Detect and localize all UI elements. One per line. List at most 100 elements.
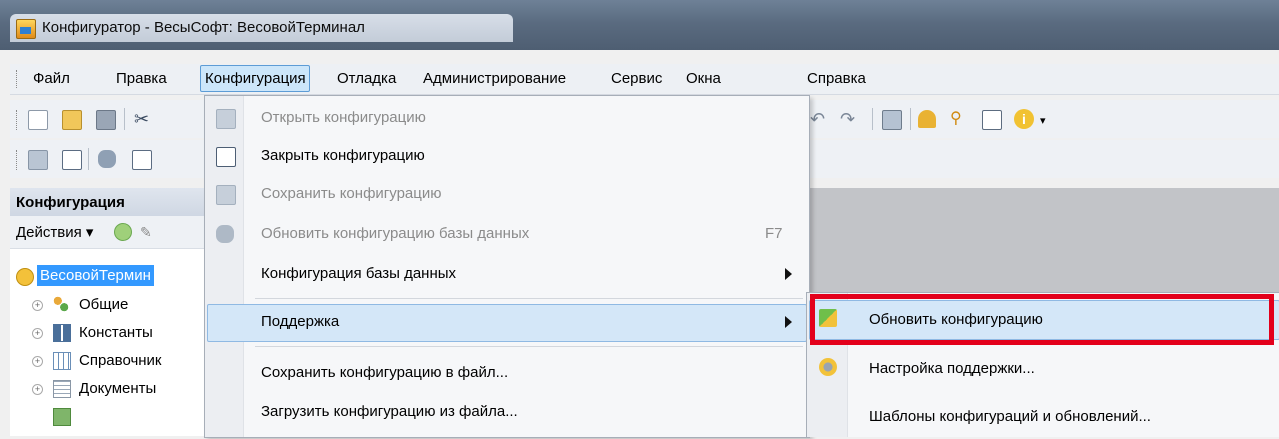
- menu-bar: Файл Правка Конфигурация Отладка Админис…: [10, 64, 1279, 95]
- search-help-icon[interactable]: ⚲: [950, 110, 968, 128]
- toolbar-grip: [16, 110, 20, 130]
- tree-item-common[interactable]: + Общие: [10, 292, 210, 319]
- menu-edit[interactable]: Правка: [116, 70, 167, 87]
- close-config-icon: [216, 147, 236, 167]
- menu-item-update-db-config[interactable]: Обновить конфигурацию базы данных F7: [205, 214, 809, 254]
- submenu-item-update-config[interactable]: Обновить конфигурацию: [807, 296, 1279, 342]
- journal-icon: [53, 408, 71, 426]
- menu-help[interactable]: Справка: [807, 70, 866, 87]
- assistant-icon[interactable]: [918, 110, 936, 128]
- menu-item-label: Конфигурация базы данных: [261, 265, 457, 282]
- constants-icon: [53, 324, 71, 342]
- window-title: Конфигуратор - ВесыСофт: ВесовойТерминал: [42, 19, 365, 36]
- panel-actions-bar: Действия ▾ ✎: [10, 216, 210, 249]
- shortcut-label: F7: [765, 225, 783, 242]
- tree-item-label: Общие: [79, 296, 129, 313]
- menu-item-label: Закрыть конфигурацию: [261, 147, 425, 164]
- menu-item-load-from-file[interactable]: Загрузить конфигурацию из файла...: [205, 392, 809, 432]
- menu-file[interactable]: Файл: [33, 70, 70, 87]
- actions-label: Действия: [16, 224, 82, 241]
- toolbar-separator: [124, 108, 125, 130]
- tree-item-documents[interactable]: + Документы: [10, 376, 210, 403]
- menu-configuration[interactable]: Конфигурация: [200, 65, 310, 92]
- tree-item-constants[interactable]: + Константы: [10, 320, 210, 347]
- submenu-arrow-icon: [785, 268, 792, 280]
- save-config-icon: [216, 185, 236, 205]
- configuration-panel: Конфигурация Действия ▾ ✎ ВесовойТермин …: [10, 188, 211, 436]
- toolbar-grip: [16, 150, 20, 170]
- tree-item-label: ВесовойТермин: [37, 265, 154, 286]
- toolbar-separator: [910, 108, 911, 130]
- tree-item-label: Справочник: [79, 352, 162, 369]
- support-settings-icon: [819, 358, 837, 376]
- edit-icon[interactable]: ✎: [140, 224, 152, 241]
- submenu-item-label: Обновить конфигурацию: [869, 311, 1043, 328]
- menu-item-label: Открыть конфигурацию: [261, 109, 426, 126]
- new-file-icon[interactable]: [28, 110, 48, 130]
- common-icon: [53, 296, 69, 312]
- menu-grip: [16, 70, 20, 88]
- expand-icon[interactable]: +: [32, 356, 43, 367]
- database-update-icon: [216, 225, 234, 243]
- redo-icon[interactable]: ↷: [840, 110, 858, 128]
- toolbar-separator: [872, 108, 873, 130]
- submenu-arrow-icon: [785, 316, 792, 328]
- menu-windows[interactable]: Окна: [686, 70, 721, 87]
- support-submenu: Обновить конфигурацию Настройка поддержк…: [806, 292, 1279, 437]
- documents-icon: [53, 380, 71, 398]
- menu-debug[interactable]: Отладка: [337, 70, 396, 87]
- menu-item-label: Поддержка: [261, 313, 340, 330]
- window-title-tab: Конфигуратор - ВесыСофт: ВесовойТерминал: [10, 14, 513, 42]
- menu-item-label: Обновить конфигурацию базы данных: [261, 225, 530, 242]
- undo-icon[interactable]: ↶: [810, 110, 828, 128]
- menu-administration[interactable]: Администрирование: [423, 70, 566, 87]
- chevron-down-icon[interactable]: ▾: [1040, 112, 1058, 130]
- windows-icon[interactable]: [882, 110, 902, 130]
- menu-item-save-to-file[interactable]: Сохранить конфигурацию в файл...: [205, 353, 809, 393]
- cut-icon[interactable]: ✂: [134, 110, 152, 128]
- app-icon: [16, 19, 36, 39]
- toolbar-separator: [88, 148, 89, 170]
- panel-title-text: Конфигурация: [16, 194, 125, 211]
- menu-separator: [255, 346, 803, 347]
- menu-item-support[interactable]: Поддержка: [205, 302, 809, 342]
- catalogs-icon: [53, 352, 71, 370]
- menu-item-label: Загрузить конфигурацию из файла...: [261, 403, 518, 420]
- expand-icon[interactable]: +: [32, 300, 43, 311]
- title-bar: Конфигуратор - ВесыСофт: ВесовойТерминал: [0, 0, 1279, 50]
- tree-item-more[interactable]: [10, 404, 210, 431]
- tree-item-catalogs[interactable]: + Справочник: [10, 348, 210, 375]
- configuration-menu: Открыть конфигурацию Закрыть конфигураци…: [204, 95, 810, 438]
- menu-item-save-config[interactable]: Сохранить конфигурацию: [205, 174, 809, 214]
- open-config-icon: [216, 109, 236, 129]
- menu-separator: [255, 298, 803, 299]
- expand-icon[interactable]: +: [32, 384, 43, 395]
- menu-item-close-config[interactable]: Закрыть конфигурацию: [205, 136, 809, 176]
- open-config-toolbar-icon[interactable]: [28, 150, 48, 170]
- database-toolbar-icon[interactable]: [98, 150, 116, 168]
- submenu-item-label: Шаблоны конфигураций и обновлений...: [869, 408, 1151, 425]
- menu-item-label: Сохранить конфигурацию в файл...: [261, 364, 509, 381]
- submenu-item-support-settings[interactable]: Настройка поддержки...: [807, 345, 1279, 391]
- menu-item-db-config[interactable]: Конфигурация базы данных: [205, 254, 809, 294]
- save-icon[interactable]: [96, 110, 116, 130]
- properties-toolbar-icon[interactable]: [132, 150, 152, 170]
- menu-service[interactable]: Сервис: [611, 70, 662, 87]
- open-file-icon[interactable]: [62, 110, 82, 130]
- panel-title: Конфигурация: [10, 188, 210, 216]
- tree-item-root[interactable]: ВесовойТермин: [10, 264, 210, 291]
- menu-item-open-config[interactable]: Открыть конфигурацию: [205, 98, 809, 138]
- syntax-helper-icon[interactable]: [982, 110, 1002, 130]
- tree-item-label: Константы: [79, 324, 153, 341]
- submenu-item-templates[interactable]: Шаблоны конфигураций и обновлений...: [807, 393, 1279, 439]
- config-root-icon: [16, 268, 34, 286]
- submenu-item-label: Настройка поддержки...: [869, 360, 1035, 377]
- add-icon[interactable]: [114, 223, 132, 241]
- actions-menu-button[interactable]: Действия ▾: [16, 223, 93, 241]
- expand-icon[interactable]: +: [32, 328, 43, 339]
- menu-item-label: Сохранить конфигурацию: [261, 185, 442, 202]
- update-config-icon: [819, 309, 837, 327]
- close-config-toolbar-icon[interactable]: [62, 150, 82, 170]
- workspace-area: [800, 188, 1279, 296]
- info-icon[interactable]: i: [1014, 109, 1034, 129]
